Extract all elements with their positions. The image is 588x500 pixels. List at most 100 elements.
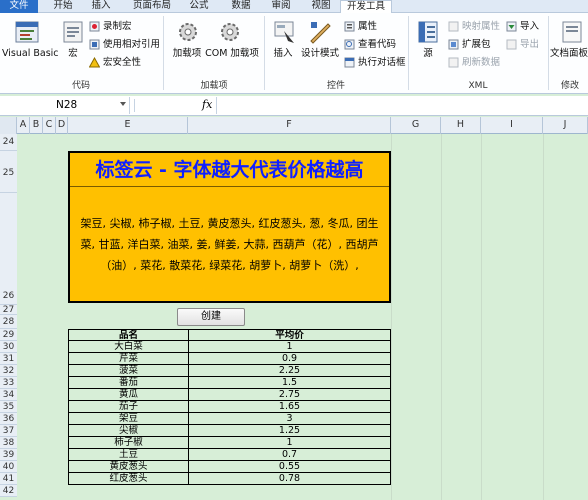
map-properties-button[interactable]: 映射属性 [462, 21, 500, 32]
cell-name[interactable]: 架豆 [68, 413, 189, 425]
tab-insert[interactable]: 插入 [86, 0, 116, 13]
cell-name[interactable]: 大白菜 [68, 341, 189, 353]
row-header[interactable]: 30 [0, 341, 17, 353]
properties-button[interactable]: 属性 [358, 21, 377, 32]
tab-developer[interactable]: 开发工具 [340, 0, 392, 14]
tab-formulas[interactable]: 公式 [184, 0, 214, 13]
cell-name[interactable]: 黄皮葱头 [68, 461, 189, 473]
expansion-pack-icon [448, 39, 459, 50]
export-button[interactable]: 导出 [520, 39, 539, 50]
cell-price[interactable]: 1.65 [188, 401, 391, 413]
column-header[interactable]: A [17, 117, 30, 134]
group-separator [163, 16, 164, 90]
document-panel-button[interactable]: 文档面板 [550, 48, 588, 59]
cell-price[interactable]: 2.25 [188, 365, 391, 377]
cell-price[interactable]: 1 [188, 341, 391, 353]
relative-reference-button[interactable]: 使用相对引用 [103, 39, 160, 50]
cell-name[interactable]: 茄子 [68, 401, 189, 413]
create-button[interactable]: 创建 [177, 308, 245, 326]
row-header[interactable]: 33 [0, 377, 17, 389]
cell-name[interactable]: 黄瓜 [68, 389, 189, 401]
gridline [481, 134, 482, 500]
macro-button[interactable]: 宏 [62, 48, 84, 59]
com-addins-gear-icon [221, 23, 239, 41]
visual-basic-icon [15, 21, 39, 43]
chevron-down-icon[interactable] [120, 102, 126, 106]
tab-data[interactable]: 数据 [226, 0, 256, 13]
column-header[interactable]: E [68, 117, 188, 134]
fx-icon[interactable]: fx [202, 98, 212, 111]
tab-file[interactable]: 文件 [0, 0, 38, 13]
name-box[interactable]: N28 [0, 97, 130, 114]
row-header[interactable]: 38 [0, 437, 17, 449]
column-header[interactable]: G [391, 117, 441, 134]
com-addins-button[interactable]: COM 加载项 [204, 48, 260, 59]
tab-page-layout[interactable]: 页面布局 [126, 0, 178, 13]
row-header[interactable]: 39 [0, 449, 17, 461]
group-label-xml: XML [468, 81, 488, 91]
row-header[interactable]: 26 [0, 193, 17, 305]
cell-price[interactable]: 0.9 [188, 353, 391, 365]
cell-name[interactable]: 柿子椒 [68, 437, 189, 449]
cell-name[interactable]: 菠菜 [68, 365, 189, 377]
cell-price[interactable]: 0.7 [188, 449, 391, 461]
row-header[interactable]: 31 [0, 353, 17, 365]
insert-control-button[interactable]: 插入 [268, 48, 298, 59]
row-header[interactable]: 29 [0, 329, 17, 341]
table-header-row: 品名 平均价 [68, 329, 391, 341]
row-header[interactable]: 24 [0, 134, 17, 151]
cell-price[interactable]: 2.75 [188, 389, 391, 401]
cell-name[interactable]: 番茄 [68, 377, 189, 389]
cell-price[interactable]: 1.5 [188, 377, 391, 389]
import-button[interactable]: 导入 [520, 21, 539, 32]
cell-price[interactable]: 0.55 [188, 461, 391, 473]
addins-button[interactable]: 加载项 [168, 48, 206, 59]
row-header[interactable]: 37 [0, 425, 17, 437]
run-dialog-button[interactable]: 执行对话框 [358, 57, 406, 68]
row-header[interactable]: 28 [0, 315, 17, 329]
cell-name[interactable]: 芹菜 [68, 353, 189, 365]
cell-price[interactable]: 1 [188, 437, 391, 449]
cell-price[interactable]: 3 [188, 413, 391, 425]
warning-icon [89, 57, 100, 68]
expansion-pack-button[interactable]: 扩展包 [462, 39, 491, 50]
formula-input[interactable] [216, 97, 588, 114]
column-header[interactable]: I [481, 117, 543, 134]
row-header[interactable]: 27 [0, 305, 17, 315]
row-header[interactable]: 25 [0, 151, 17, 193]
select-all-corner[interactable] [0, 117, 17, 134]
cell-name[interactable]: 土豆 [68, 449, 189, 461]
column-header[interactable]: J [543, 117, 588, 134]
table-row: 番茄 1.5 [68, 377, 391, 389]
row-header[interactable]: 40 [0, 461, 17, 473]
xml-source-button[interactable]: 源 [416, 48, 440, 59]
cell-price[interactable]: 1.25 [188, 425, 391, 437]
cell-name[interactable]: 尖椒 [68, 425, 189, 437]
row-header[interactable]: 34 [0, 389, 17, 401]
row-header[interactable]: 35 [0, 401, 17, 413]
cell-price[interactable]: 0.78 [188, 473, 391, 485]
visual-basic-button[interactable]: Visual Basic [2, 48, 59, 59]
table-row: 土豆 0.7 [68, 449, 391, 461]
column-header[interactable]: D [56, 117, 68, 134]
column-header[interactable]: B [30, 117, 43, 134]
column-header[interactable]: F [188, 117, 391, 134]
cell-name[interactable]: 红皮葱头 [68, 473, 189, 485]
tab-view[interactable]: 视图 [306, 0, 336, 13]
table-row: 菠菜 2.25 [68, 365, 391, 377]
design-mode-button[interactable]: 设计模式 [299, 48, 341, 59]
row-header[interactable]: 42 [0, 485, 17, 497]
row-header[interactable]: 32 [0, 365, 17, 377]
refresh-data-button[interactable]: 刷新数据 [462, 57, 500, 68]
tab-home[interactable]: 开始 [48, 0, 78, 13]
map-properties-icon [448, 21, 459, 32]
macro-security-button[interactable]: 宏安全性 [103, 57, 141, 68]
tab-review[interactable]: 审阅 [266, 0, 296, 13]
table-row: 红皮葱头 0.78 [68, 473, 391, 485]
row-header[interactable]: 41 [0, 473, 17, 485]
column-header[interactable]: H [441, 117, 481, 134]
column-header[interactable]: C [43, 117, 56, 134]
record-macro-button[interactable]: 录制宏 [103, 21, 132, 32]
row-header[interactable]: 36 [0, 413, 17, 425]
view-code-button[interactable]: 查看代码 [358, 39, 396, 50]
